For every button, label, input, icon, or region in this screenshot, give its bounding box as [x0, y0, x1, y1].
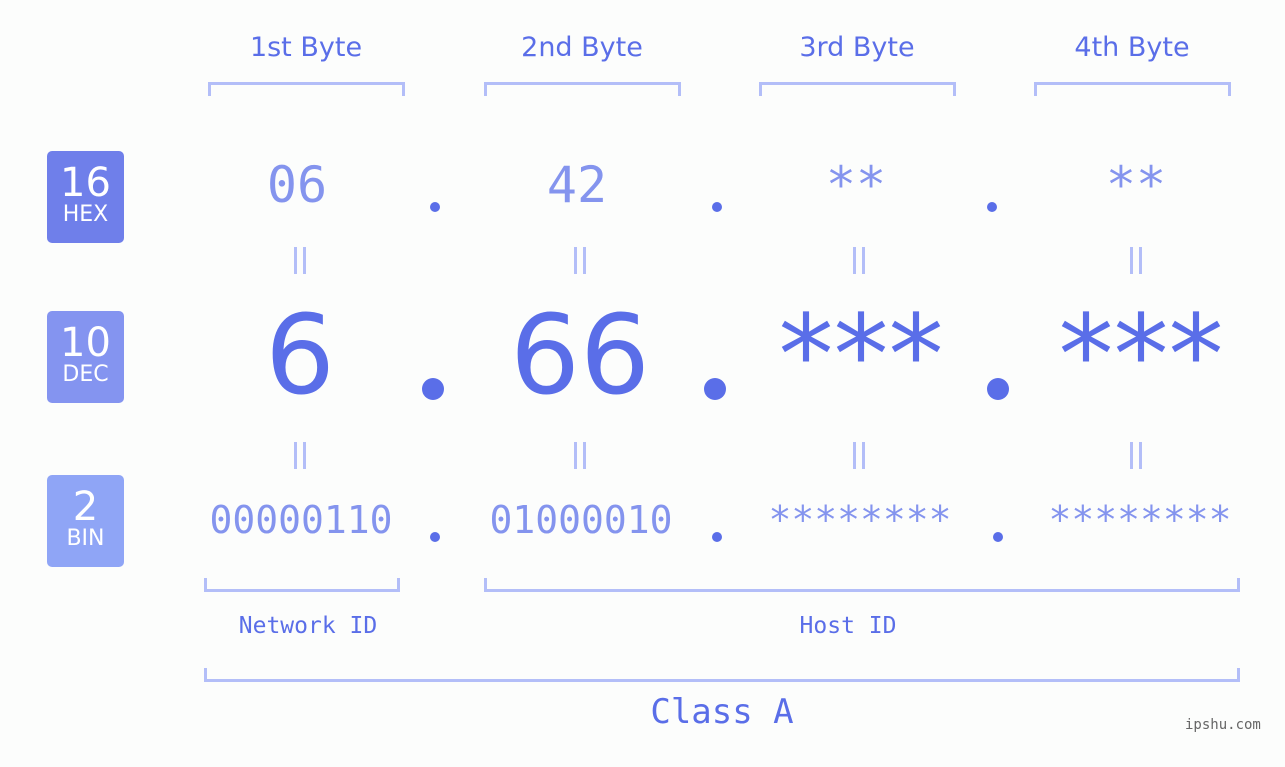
- equals-icon: [851, 442, 867, 469]
- network-id-bracket: [204, 578, 400, 592]
- bin-byte-3: ********: [768, 498, 952, 542]
- equals-icon: [292, 442, 308, 469]
- hex-badge-label: HEX: [62, 202, 109, 227]
- network-id-label: Network ID: [238, 613, 378, 639]
- hex-badge-number: 16: [60, 160, 111, 206]
- byte-header-4: 4th Byte: [1074, 32, 1190, 63]
- equals-icon: [292, 247, 308, 274]
- dec-byte-3: ***: [778, 291, 944, 419]
- dec-dot-2: [704, 378, 726, 400]
- byte-header-1: 1st Byte: [249, 32, 363, 63]
- hex-byte-3: **: [825, 156, 887, 214]
- bin-byte-1: 00000110: [209, 498, 393, 542]
- hex-badge: 16 HEX: [47, 151, 124, 243]
- byte-bracket-1: [208, 82, 405, 96]
- byte-bracket-2: [484, 82, 681, 96]
- host-id-label: Host ID: [799, 613, 897, 639]
- hex-dot-3: [987, 202, 997, 212]
- dec-badge-label: DEC: [62, 362, 109, 387]
- bin-dot-1: [430, 532, 440, 542]
- byte-bracket-3: [759, 82, 956, 96]
- dec-dot-1: [422, 378, 444, 400]
- equals-icon: [1128, 247, 1144, 274]
- byte-header-3: 3rd Byte: [799, 32, 915, 63]
- class-label: Class A: [650, 692, 794, 732]
- byte-bracket-4: [1034, 82, 1231, 96]
- bin-badge-label: BIN: [66, 526, 105, 551]
- equals-icon: [1128, 442, 1144, 469]
- dec-badge-number: 10: [60, 320, 111, 366]
- equals-icon: [572, 247, 588, 274]
- byte-header-2: 2nd Byte: [521, 32, 643, 63]
- hex-dot-2: [712, 202, 722, 212]
- watermark: ipshu.com: [1185, 717, 1261, 733]
- bin-dot-3: [993, 532, 1003, 542]
- bin-badge: 2 BIN: [47, 475, 124, 567]
- bin-byte-2: 01000010: [489, 498, 673, 542]
- host-id-bracket: [484, 578, 1240, 592]
- bin-byte-4: ********: [1048, 498, 1232, 542]
- class-bracket: [204, 668, 1240, 682]
- dec-dot-3: [987, 378, 1009, 400]
- bin-badge-number: 2: [72, 484, 99, 530]
- dec-byte-1: 6: [265, 291, 335, 419]
- hex-byte-4: **: [1105, 156, 1167, 214]
- hex-dot-1: [430, 202, 440, 212]
- dec-byte-4: ***: [1058, 291, 1224, 419]
- equals-icon: [851, 247, 867, 274]
- dec-byte-2: 66: [510, 291, 650, 419]
- equals-icon: [572, 442, 588, 469]
- bin-dot-2: [712, 532, 722, 542]
- hex-byte-2: 42: [546, 156, 608, 214]
- dec-badge: 10 DEC: [47, 311, 124, 403]
- hex-byte-1: 06: [266, 156, 328, 214]
